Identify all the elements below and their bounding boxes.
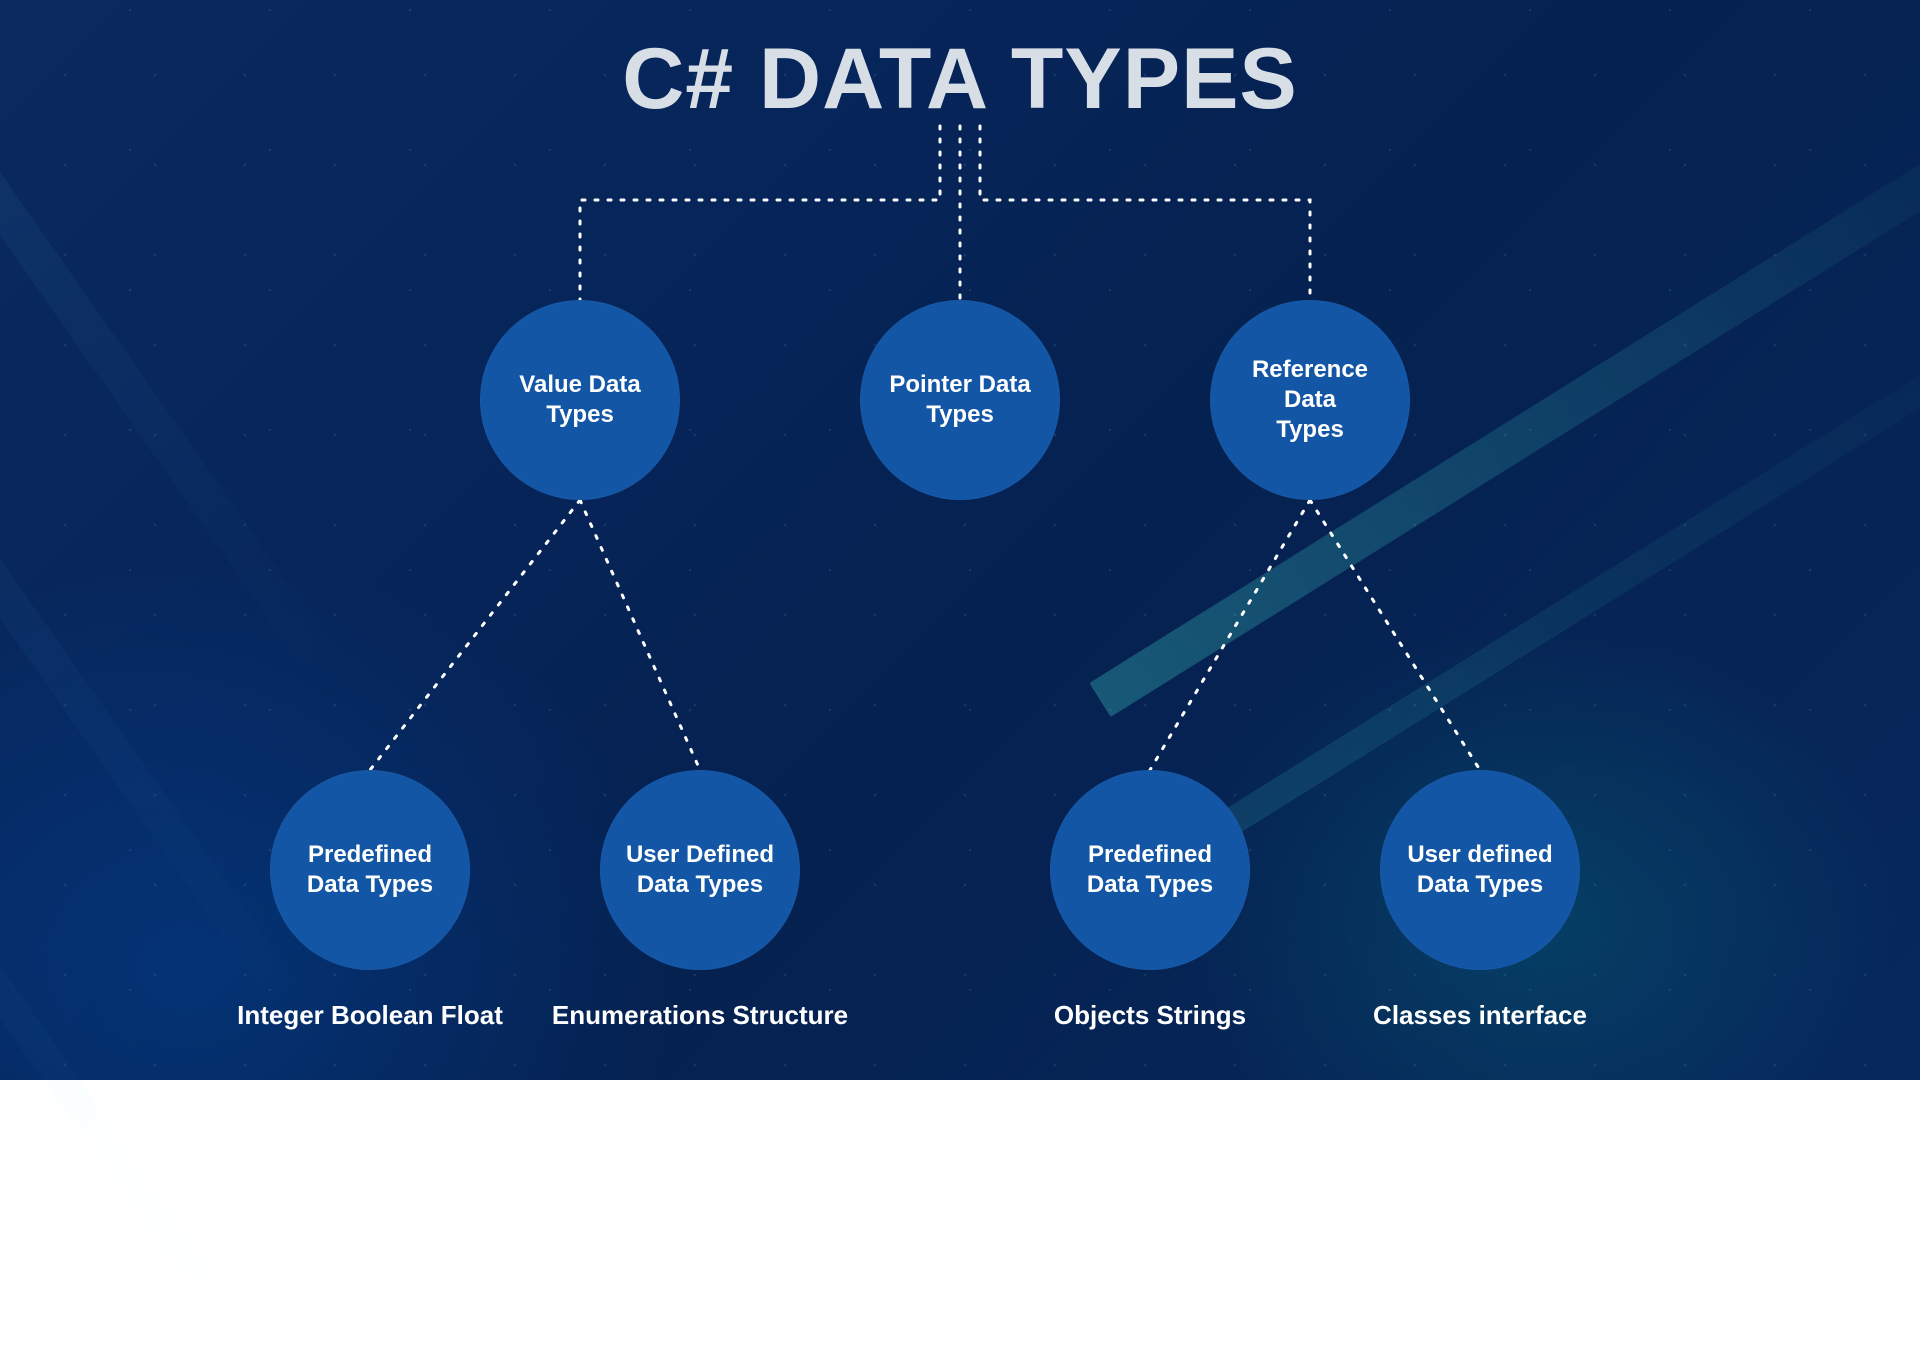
examples-value-userdefined: Enumerations Structure xyxy=(552,1000,848,1031)
node-value-predefined: PredefinedData Types xyxy=(270,770,470,970)
node-label: PredefinedData Types xyxy=(289,840,451,900)
node-label: Reference DataTypes xyxy=(1210,355,1410,445)
node-label: User DefinedData Types xyxy=(608,840,792,900)
node-reference-userdefined: User definedData Types xyxy=(1380,770,1580,970)
node-value-userdefined: User DefinedData Types xyxy=(600,770,800,970)
node-value-data-types: Value DataTypes xyxy=(480,300,680,500)
node-reference-data-types: Reference DataTypes xyxy=(1210,300,1410,500)
node-reference-predefined: PredefinedData Types xyxy=(1050,770,1250,970)
node-label: PredefinedData Types xyxy=(1069,840,1231,900)
node-label: Value DataTypes xyxy=(501,370,658,430)
examples-reference-predefined: Objects Strings xyxy=(1054,1000,1246,1031)
node-label: Pointer DataTypes xyxy=(871,370,1048,430)
examples-value-predefined: Integer Boolean Float xyxy=(237,1000,503,1031)
examples-reference-userdefined: Classes interface xyxy=(1373,1000,1587,1031)
node-label: User definedData Types xyxy=(1389,840,1570,900)
node-pointer-data-types: Pointer DataTypes xyxy=(860,300,1060,500)
